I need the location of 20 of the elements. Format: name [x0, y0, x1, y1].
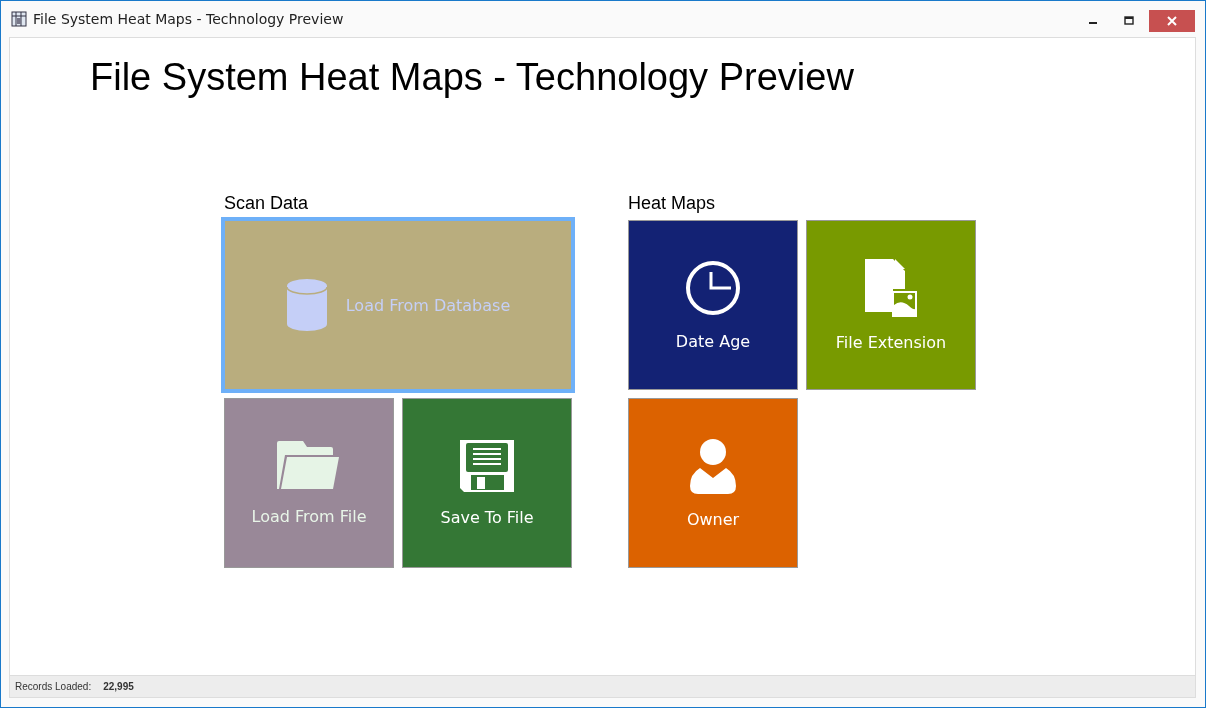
- file-image-icon: [865, 258, 917, 317]
- status-label: Records Loaded:: [15, 681, 92, 692]
- page-heading: File System Heat Maps - Technology Preview: [90, 56, 855, 99]
- section-label: Heat Maps: [628, 193, 717, 214]
- app-icon: [11, 11, 27, 27]
- person-icon: [690, 437, 736, 494]
- tile-button[interactable]: File Extension: [806, 220, 976, 390]
- maximize-icon: [1124, 16, 1134, 26]
- status-value: 22,995: [103, 681, 134, 692]
- tile-button[interactable]: Save To File: [402, 398, 572, 568]
- window-title: File System Heat Maps - Technology Preview: [33, 11, 344, 27]
- database-icon: [285, 278, 328, 332]
- tile-button[interactable]: Owner: [628, 398, 798, 568]
- folder-icon: [277, 440, 341, 491]
- close-icon: [1167, 16, 1177, 26]
- tile-button[interactable]: Date Age: [628, 220, 798, 390]
- section-label: Scan Data: [224, 193, 310, 214]
- clock-icon: [685, 259, 741, 316]
- close-button[interactable]: [1149, 10, 1195, 32]
- tile-button[interactable]: Load From File: [224, 398, 394, 568]
